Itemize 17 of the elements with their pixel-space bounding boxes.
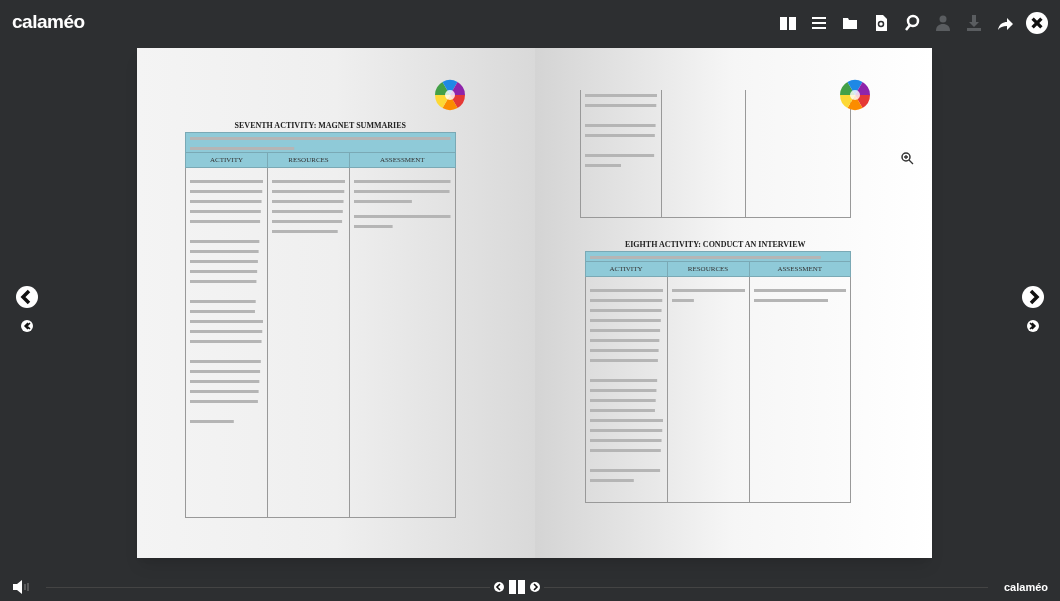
close-icon[interactable] [1026, 11, 1048, 34]
book-icon[interactable] [508, 579, 526, 595]
next-page-icon[interactable] [1022, 286, 1044, 308]
last-page-icon[interactable] [1027, 320, 1039, 332]
footer-logo[interactable]: calaméo [1003, 578, 1048, 596]
search-icon[interactable] [902, 12, 922, 33]
previous-icon[interactable] [494, 582, 504, 592]
previous-page-icon[interactable] [16, 286, 38, 308]
next-icon[interactable] [530, 582, 540, 592]
speaker-icon[interactable] [12, 580, 30, 594]
section-title: SEVENTH ACTIVITY: MAGNET SUMMARIES [234, 121, 406, 130]
section-title: EIGHTH ACTIVITY: CONDUCT AN INTERVIEW [624, 240, 806, 249]
color-wheel-icon [838, 78, 872, 112]
logo[interactable]: calaméo [12, 8, 85, 37]
first-page-icon[interactable] [21, 320, 33, 332]
zoom-in-icon[interactable] [901, 152, 914, 165]
color-wheel-icon [432, 78, 467, 112]
